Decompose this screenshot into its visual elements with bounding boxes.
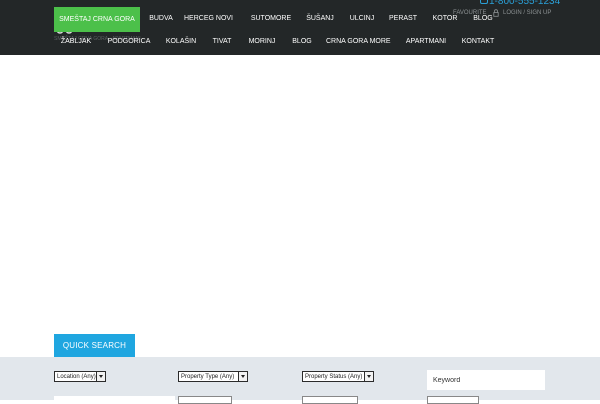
nav-item-podgorica[interactable]: PODGORICA [107,32,151,52]
nav-item-tivat[interactable]: TIVAT [210,32,234,52]
nav-item-blog-2[interactable]: BLOG [290,32,314,52]
chevron-down-icon [238,372,247,381]
login-signup-link[interactable]: LOGIN / SIGN UP [503,10,551,20]
property-type-select-value: Property Type (Any) [181,374,235,380]
phone-number[interactable]: 1-800-555-1234 [489,0,560,7]
property-status-select[interactable]: Property Status (Any) [302,371,374,382]
nav-item-apartmani[interactable]: APARTMANI [403,32,449,52]
nav-item-kontakt[interactable]: KONTAKT [461,32,495,52]
phone-icon [480,0,488,4]
search-select-row2-1[interactable] [178,396,232,404]
chevron-down-icon [96,372,105,381]
nav-item-kolasin[interactable]: KOLAŠIN [164,32,198,52]
nav-item-smestaj-crna-gora[interactable]: SMEŠTAJ CRNA GORA [54,7,140,32]
nav-item-ulcinj[interactable]: ULCINJ [346,9,378,29]
nav-item-perast[interactable]: PERAST [388,9,418,29]
location-select-value: Location (Any) [57,374,96,380]
quick-search-tab[interactable]: QUICK SEARCH [54,334,135,357]
search-field-row2-1[interactable] [54,396,175,404]
nav-item-blog[interactable]: BLOG [471,9,495,29]
property-type-select[interactable]: Property Type (Any) [178,371,248,382]
chevron-down-icon [364,372,373,381]
nav-item-zabljak[interactable]: ŽABLJAK [58,32,94,52]
nav-item-morinj[interactable]: MORINJ [247,32,277,52]
search-select-row2-2[interactable] [302,396,358,404]
nav-item-susanj[interactable]: ŠUŠANJ [302,9,338,29]
nav-item-kotor[interactable]: KOTOR [430,9,460,29]
hero-banner [0,55,600,357]
nav-item-herceg-novi[interactable]: HERCEG NOVI [184,9,233,29]
nav-item-budva[interactable]: BUDVA [142,9,180,29]
property-status-select-value: Property Status (Any) [305,374,363,380]
site-header: SMEŠTAJ CRNA GORA · APARTMANI 1-800-555-… [0,0,600,55]
nav-item-sutomore[interactable]: SUTOMORE [249,9,293,29]
location-select[interactable]: Location (Any) [54,371,106,382]
search-select-row2-3[interactable] [427,396,479,404]
keyword-input[interactable] [427,370,545,390]
nav-item-crna-gora-more[interactable]: CRNA GORA MORE [326,32,391,52]
